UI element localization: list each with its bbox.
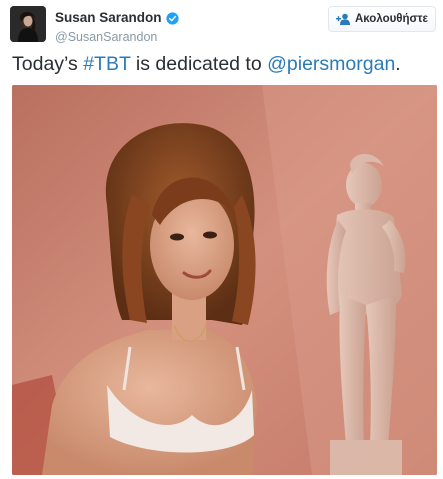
author-name-label[interactable]: Susan Sarandon	[55, 10, 162, 26]
tweet-text-middle: is dedicated to	[130, 53, 268, 75]
author-avatar[interactable]	[10, 6, 46, 42]
author-info: Susan Sarandon @SusanSarandon	[55, 9, 179, 45]
mention-link[interactable]: @piersmorgan	[267, 53, 395, 75]
verified-badge-icon	[165, 11, 179, 25]
profile-photo-icon	[10, 6, 46, 42]
tweet-text-before: Today’s	[12, 53, 84, 75]
tweet-card: Susan Sarandon @SusanSarandon Ακολουθήστ…	[0, 0, 443, 479]
tweet-text: Today’s #TBT is dedicated to @piersmorga…	[12, 52, 435, 76]
tweet-text-after: .	[395, 53, 401, 75]
author-handle[interactable]: @SusanSarandon	[55, 29, 179, 45]
author-name[interactable]: Susan Sarandon	[55, 10, 179, 26]
follow-button[interactable]: Ακολουθήστε	[328, 6, 436, 32]
photo-image	[12, 85, 437, 475]
hashtag-link[interactable]: #TBT	[83, 53, 130, 75]
follow-button-label[interactable]: Ακολουθήστε	[355, 13, 428, 25]
tweet-photo[interactable]	[12, 85, 437, 475]
add-user-icon	[335, 13, 350, 25]
